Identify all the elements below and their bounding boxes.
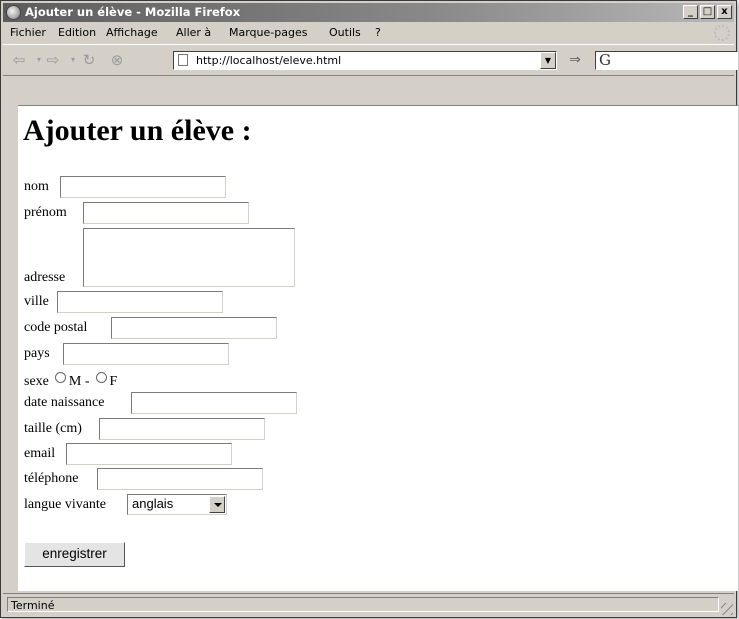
label-langue: langue vivante [24, 497, 107, 512]
menu-outils[interactable]: Outils [329, 23, 361, 43]
window-title: Ajouter un élève - Mozilla Firefox [25, 5, 241, 19]
reload-icon[interactable]: ↻ [79, 52, 99, 68]
label-adresse: adresse [24, 270, 66, 285]
label-telephone: téléphone [24, 471, 79, 486]
label-email: email [24, 446, 56, 461]
page-icon [178, 54, 188, 66]
sexe-group: sexe M - F [24, 372, 117, 390]
home-icon[interactable] [135, 52, 155, 68]
menu-aller-a[interactable]: Aller à [176, 23, 211, 43]
url-dropdown-icon[interactable]: ▼ [540, 52, 556, 69]
menu-fichier[interactable]: Fichier [10, 23, 46, 43]
label-sexe-m: M - [68, 374, 90, 389]
pays-input[interactable] [63, 343, 229, 365]
page-content: Ajouter un élève : nom prénom adresse vi… [18, 105, 738, 591]
throbber-icon [714, 25, 730, 41]
close-button[interactable]: x [717, 5, 732, 19]
label-ville: ville [24, 294, 49, 309]
nom-input[interactable] [60, 176, 226, 198]
label-code-postal: code postal [24, 320, 88, 335]
menu-marque-pages[interactable]: Marque-pages [229, 23, 307, 43]
minimize-button[interactable]: _ [683, 5, 698, 19]
radio-m[interactable] [54, 372, 66, 383]
label-sexe: sexe [24, 374, 49, 389]
resize-grip-icon[interactable] [721, 603, 733, 615]
label-nom: nom [24, 179, 49, 194]
menu-affichage[interactable]: Affichage [106, 23, 158, 43]
code-postal-input[interactable] [111, 317, 277, 339]
email-input[interactable] [66, 443, 232, 465]
label-taille: taille (cm) [24, 421, 82, 436]
page-title: Ajouter un élève : [23, 114, 252, 147]
prenom-input[interactable] [83, 202, 249, 224]
taille-input[interactable] [99, 418, 265, 440]
title-bar: Ajouter un élève - Mozilla Firefox _ □ x [3, 3, 734, 22]
navigation-toolbar: ⇦ ▾ ⇨ ▾ ↻ ⊗ http://localhost/eleve.html … [3, 44, 738, 76]
maximize-button[interactable]: □ [700, 5, 715, 19]
url-text: http://localhost/eleve.html [196, 54, 342, 67]
go-icon[interactable]: ⇒ [565, 52, 585, 68]
search-input[interactable]: G [595, 51, 738, 70]
status-text: Terminé [7, 597, 719, 612]
url-bar[interactable]: http://localhost/eleve.html ▼ [173, 51, 557, 70]
langue-selected-value: anglais [132, 496, 174, 511]
radio-f[interactable] [95, 372, 107, 383]
menu-help[interactable]: ? [375, 23, 381, 43]
label-prenom: prénom [24, 205, 67, 220]
label-pays: pays [24, 346, 50, 361]
ville-input[interactable] [57, 291, 223, 313]
chevron-down-icon[interactable] [209, 496, 225, 513]
firefox-icon [6, 5, 21, 20]
menu-bar: Fichier Edition Affichage Aller à Marque… [3, 23, 734, 43]
langue-select[interactable]: anglais [127, 494, 227, 515]
label-date-naissance: date naissance [24, 395, 105, 410]
browser-window: Ajouter un élève - Mozilla Firefox _ □ x… [0, 0, 738, 618]
menu-edition[interactable]: Edition [58, 23, 96, 43]
status-bar: Terminé [3, 593, 734, 616]
enregistrer-button[interactable]: enregistrer [24, 542, 125, 567]
adresse-textarea[interactable] [83, 228, 295, 287]
back-icon[interactable]: ⇦ [9, 52, 29, 68]
date-naissance-input[interactable] [131, 392, 297, 414]
telephone-input[interactable] [97, 468, 263, 490]
stop-icon[interactable]: ⊗ [107, 52, 127, 68]
label-sexe-f: F [109, 374, 118, 389]
forward-icon[interactable]: ⇨ [43, 52, 63, 68]
